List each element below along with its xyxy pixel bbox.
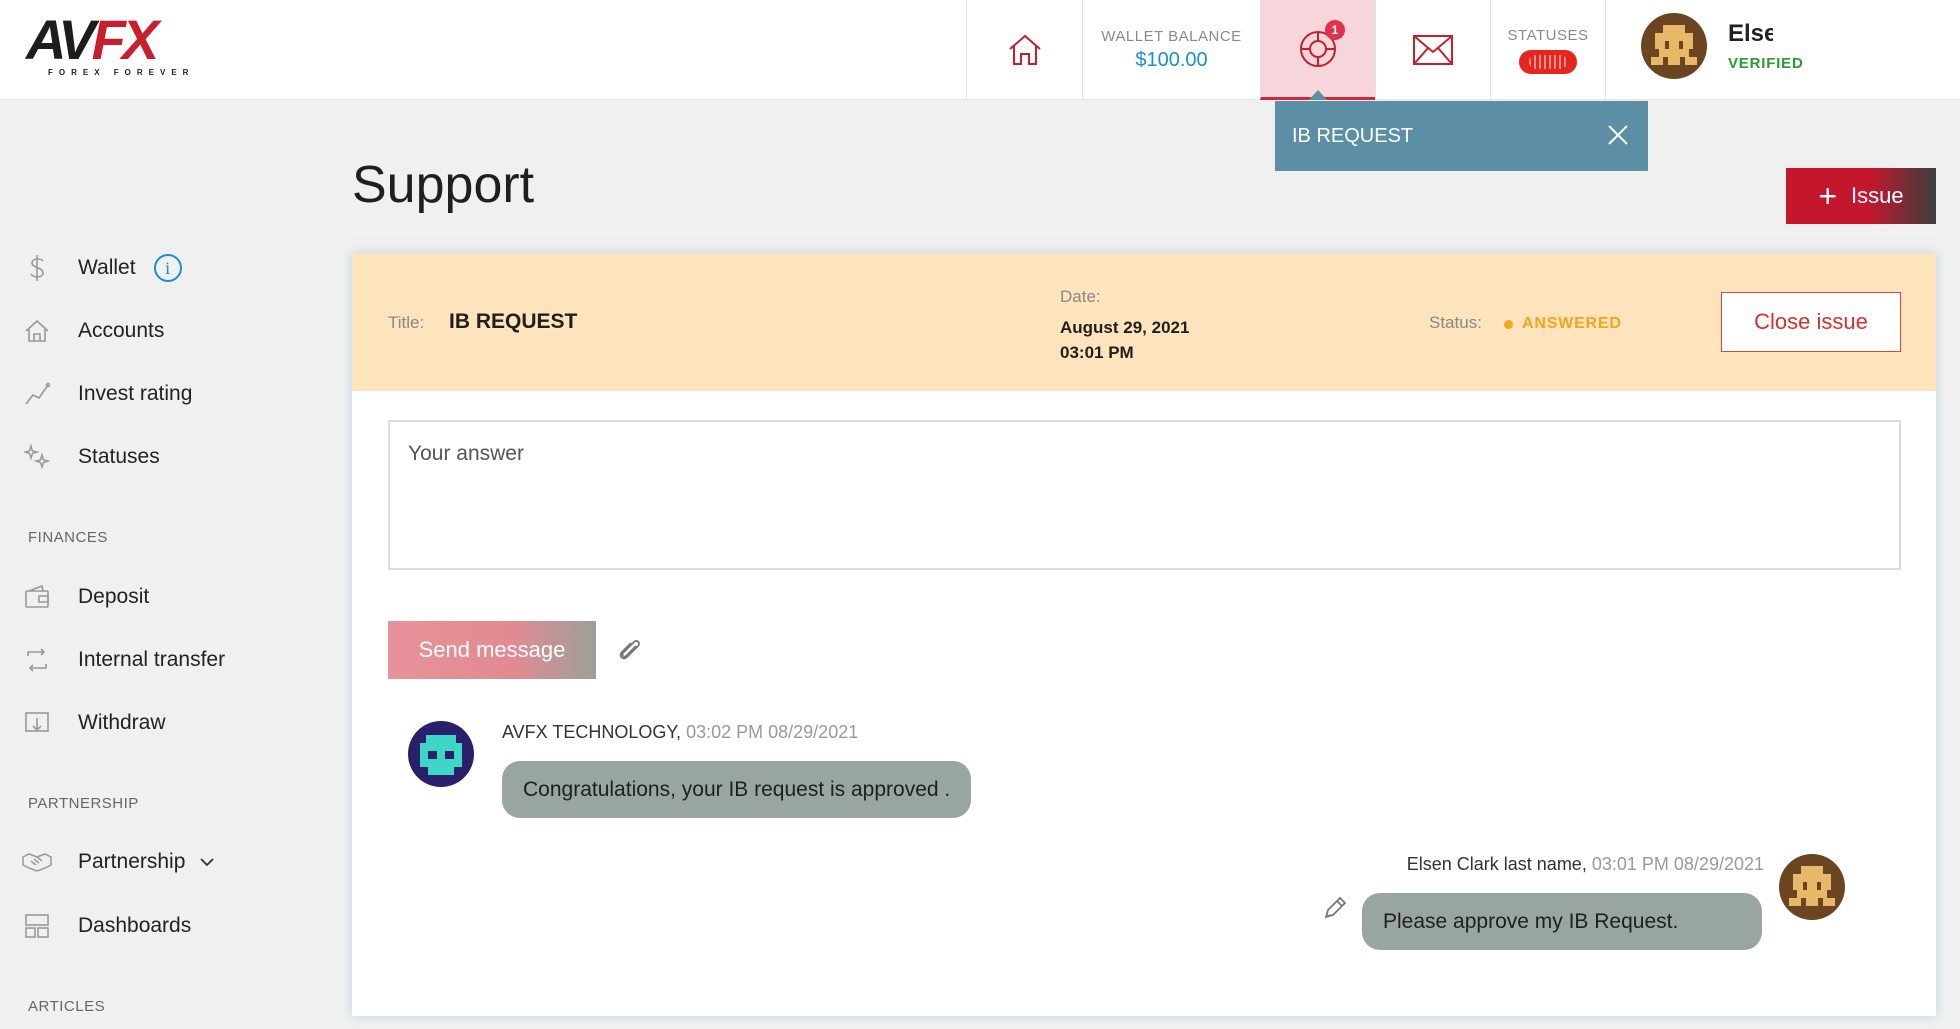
paperclip-icon[interactable] bbox=[616, 637, 644, 665]
mail-icon bbox=[1413, 35, 1453, 65]
sidebar-item-statuses[interactable]: Statuses bbox=[22, 437, 160, 477]
status-badge: ANSWERED bbox=[1522, 315, 1622, 332]
close-icon[interactable] bbox=[1606, 123, 1630, 147]
dollar-icon bbox=[22, 253, 52, 283]
sidebar-item-label: Internal transfer bbox=[78, 648, 226, 671]
home-icon bbox=[22, 316, 52, 346]
avatar bbox=[1779, 854, 1845, 920]
info-icon[interactable]: i bbox=[153, 254, 182, 282]
support-button[interactable]: 1 bbox=[1260, 0, 1375, 100]
sidebar-item-label: Deposit bbox=[78, 585, 150, 608]
page-title: Support bbox=[352, 156, 535, 214]
wallet-icon bbox=[22, 582, 52, 612]
answer-input[interactable] bbox=[388, 420, 1901, 570]
top-header: AVFX FOREX FOREVER WALLET BALANCE $100.0… bbox=[0, 0, 1960, 100]
user-profile[interactable]: Else VERIFIED bbox=[1605, 0, 1960, 100]
brand-logo[interactable]: AVFX FOREX FOREVER bbox=[26, 12, 201, 80]
sidebar-item-accounts[interactable]: Accounts bbox=[22, 311, 164, 351]
sparkle-icon bbox=[22, 442, 52, 472]
issue-title-label: Title: bbox=[388, 313, 425, 332]
dashboard-icon bbox=[22, 911, 52, 941]
sidebar-item-deposit[interactable]: Deposit bbox=[22, 577, 149, 617]
tooltip-text: IB REQUEST bbox=[1292, 124, 1414, 147]
message-time: 03:01 PM bbox=[1591, 854, 1669, 874]
sidebar: Wallet i Accounts Invest rating Statuses… bbox=[8, 100, 338, 1029]
sidebar-item-label: Partnership bbox=[78, 850, 186, 873]
section-title-finances: FINANCES bbox=[28, 529, 108, 546]
sidebar-item-label: Statuses bbox=[78, 445, 160, 468]
section-title-articles: ARTICLES bbox=[28, 998, 106, 1015]
withdraw-icon bbox=[22, 708, 52, 738]
sidebar-item-label: Wallet bbox=[78, 256, 136, 279]
message-meta: AVFX TECHNOLOGY, 03:02 PM 08/29/2021 bbox=[502, 722, 858, 743]
home-button[interactable] bbox=[966, 0, 1082, 100]
chart-line-icon bbox=[22, 379, 52, 409]
sidebar-item-label: Invest rating bbox=[78, 382, 193, 405]
issue-date-label: Date: bbox=[1060, 287, 1101, 306]
avatar bbox=[408, 721, 474, 787]
send-message-button[interactable]: Send message bbox=[388, 621, 596, 679]
chevron-down-icon[interactable] bbox=[199, 854, 215, 870]
message-author: AVFX TECHNOLOGY, bbox=[502, 722, 682, 742]
message-date: 08/29/2021 bbox=[768, 722, 859, 742]
verified-badge: VERIFIED bbox=[1728, 55, 1804, 72]
issue-date: August 29, 2021 03:01 PM bbox=[1060, 315, 1189, 365]
message-bubble: Congratulations, your IB request is appr… bbox=[502, 761, 972, 818]
avatar bbox=[1641, 13, 1707, 79]
issue-header: Title: IB REQUEST Date: August 29, 2021 … bbox=[352, 253, 1936, 391]
logo-mark: AVFX bbox=[26, 8, 159, 71]
sidebar-item-label: Dashboards bbox=[78, 914, 192, 937]
statuses-button[interactable]: STATUSES bbox=[1490, 0, 1605, 100]
statuses-label: STATUSES bbox=[1507, 26, 1589, 44]
plus-icon: + bbox=[1818, 178, 1838, 214]
messages-button[interactable] bbox=[1375, 0, 1490, 100]
issue-date-day: August 29, 2021 bbox=[1060, 318, 1190, 337]
new-issue-label: Issue bbox=[1851, 183, 1904, 208]
sidebar-item-internal-transfer[interactable]: Internal transfer bbox=[22, 640, 225, 680]
issue-title: IB REQUEST bbox=[449, 310, 578, 333]
issue-status-label: Status: bbox=[1429, 313, 1482, 332]
wallet-balance[interactable]: WALLET BALANCE $100.00 bbox=[1082, 0, 1260, 100]
section-title-partnership: PARTNERSHIP bbox=[28, 795, 139, 812]
sidebar-item-dashboards[interactable]: Dashboards bbox=[22, 906, 191, 946]
issue-card: Title: IB REQUEST Date: August 29, 2021 … bbox=[352, 253, 1936, 1016]
status-level-icon bbox=[1519, 49, 1577, 74]
sidebar-item-invest-rating[interactable]: Invest rating bbox=[22, 374, 192, 414]
close-issue-button[interactable]: Close issue bbox=[1721, 292, 1901, 352]
message-date: 08/29/2021 bbox=[1673, 854, 1764, 874]
user-name: Else bbox=[1728, 20, 1773, 47]
wallet-balance-value: $100.00 bbox=[1135, 49, 1208, 71]
sidebar-item-wallet[interactable]: Wallet i bbox=[22, 248, 182, 288]
sidebar-item-label: Withdraw bbox=[78, 711, 166, 734]
message-meta: Elsen Clark last name, 03:01 PM 08/29/20… bbox=[1407, 854, 1764, 875]
message-author: Elsen Clark last name, bbox=[1406, 854, 1587, 874]
pencil-icon[interactable] bbox=[1322, 895, 1348, 921]
status-dot-icon bbox=[1504, 320, 1513, 329]
issue-date-time: 03:01 PM bbox=[1060, 343, 1134, 362]
message-time: 03:02 PM bbox=[686, 722, 764, 742]
sidebar-item-label: Accounts bbox=[78, 319, 165, 342]
tooltip-arrow bbox=[1309, 90, 1327, 100]
new-issue-button[interactable]: + Issue bbox=[1786, 168, 1936, 224]
support-notification-tooltip[interactable]: IB REQUEST bbox=[1275, 101, 1648, 171]
transfer-icon bbox=[22, 645, 52, 675]
sidebar-item-withdraw[interactable]: Withdraw bbox=[22, 703, 166, 743]
sidebar-item-partnership[interactable]: Partnership bbox=[22, 842, 215, 882]
notification-badge: 1 bbox=[1325, 19, 1345, 40]
logo-tagline: FOREX FOREVER bbox=[48, 68, 195, 77]
handshake-icon bbox=[22, 847, 52, 877]
wallet-balance-label: WALLET BALANCE bbox=[1101, 28, 1242, 45]
message-bubble: Please approve my IB Request. bbox=[1362, 893, 1762, 950]
home-icon bbox=[1008, 34, 1041, 65]
